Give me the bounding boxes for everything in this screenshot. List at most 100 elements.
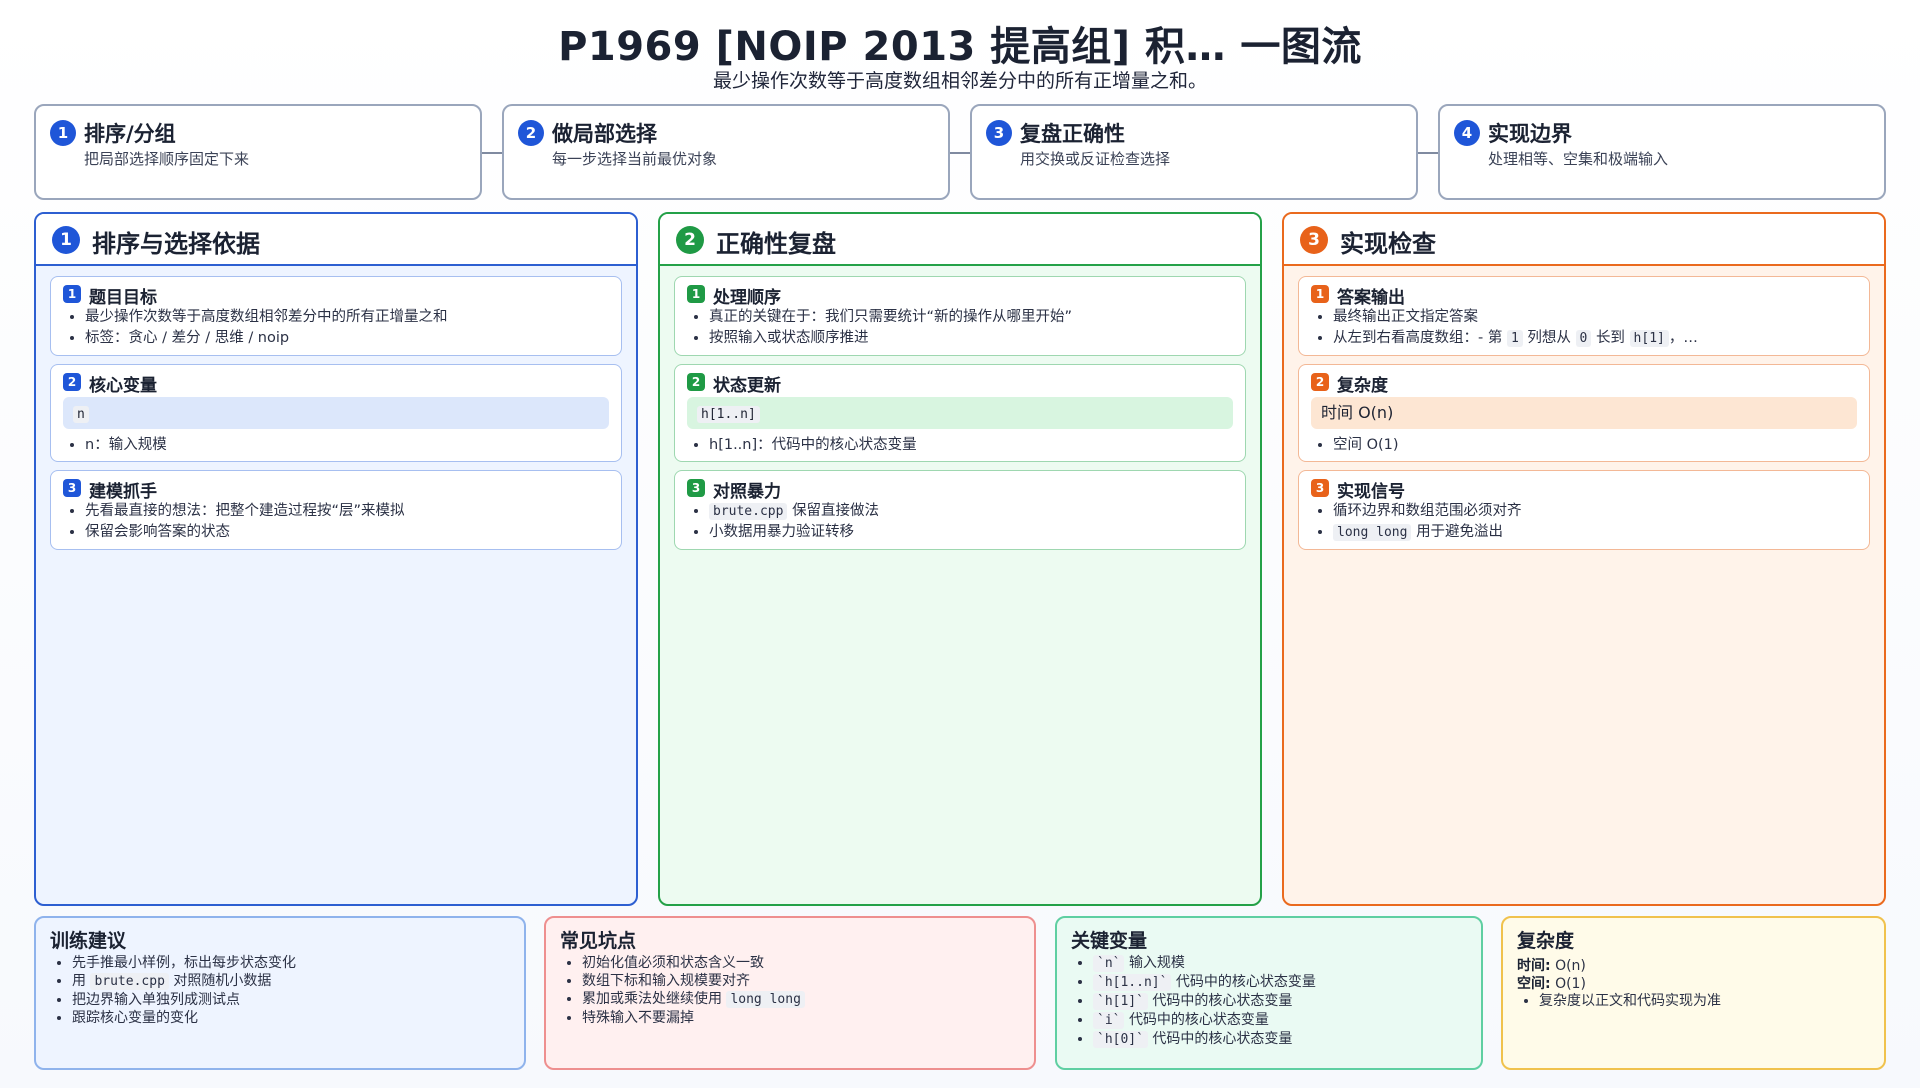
card-number: 2 <box>687 373 705 391</box>
time-value: O(n) <box>1555 958 1586 974</box>
card-number: 2 <box>1311 373 1329 391</box>
step-number: 2 <box>518 120 544 146</box>
step-4: 4 实现边界 处理相等、空集和极端输入 <box>1438 104 1886 200</box>
list-item: `h[0]` 代码中的核心状态变量 <box>1093 1030 1471 1049</box>
list-item-text: 代码中的核心状态变量 <box>1152 993 1293 1009</box>
card-title: 关键变量 <box>1071 930 1148 952</box>
list-item-text: 累加或乘法处继续使用 <box>582 991 722 1007</box>
column-ordering: 1 排序与选择依据 1 题目目标 最少操作次数等于高度数组相邻差分中的所有正增量… <box>34 212 638 906</box>
step-title: 复盘正确性 <box>1020 122 1125 146</box>
list-item-text: 从左到右看高度数组：- 第 <box>1333 330 1503 346</box>
card-number: 1 <box>687 285 705 303</box>
list-item-text: ，… <box>1668 330 1698 346</box>
inline-code: `i` <box>1093 1012 1125 1029</box>
card-title: 处理顺序 <box>713 288 781 308</box>
list-item-text: 用于避免溢出 <box>1416 524 1504 540</box>
inline-code: long long <box>1333 524 1412 541</box>
card-title: 实现信号 <box>1337 482 1405 502</box>
column-title: 正确性复盘 <box>716 230 836 258</box>
column-implementation: 3 实现检查 1 答案输出 最终输出正文指定答案 从左到右看高度数组：- 第 1… <box>1282 212 1886 906</box>
card-list: 空间 O(1) <box>1333 435 1859 456</box>
list-item-text: 输入规模 <box>1128 955 1185 971</box>
list-item: `i` 代码中的核心状态变量 <box>1093 1011 1471 1030</box>
list-item: n：输入规模 <box>85 435 611 456</box>
step-connector <box>482 152 502 154</box>
card-complexity-summary: 复杂度 时间: O(n) 空间: O(1) 复杂度以正文和代码实现为准 <box>1501 916 1886 1070</box>
card-list: 循环边界和数组范围必须对齐 long long 用于避免溢出 <box>1333 501 1859 543</box>
inline-code: h[1] <box>1629 330 1669 347</box>
page-subtitle: 最少操作次数等于高度数组相邻差分中的所有正增量之和。 <box>712 70 1207 92</box>
column-title: 实现检查 <box>1340 230 1436 258</box>
list-item: 数组下标和输入规模要对齐 <box>582 972 1024 990</box>
card-list: n：输入规模 <box>85 435 611 456</box>
card-title: 常见坑点 <box>560 930 637 952</box>
card-pitfalls: 常见坑点 初始化值必须和状态含义一致 数组下标和输入规模要对齐 累加或乘法处继续… <box>544 916 1036 1070</box>
list-item: 保留会影响答案的状态 <box>85 522 611 543</box>
highlight-box: 时间 O(n) <box>1311 397 1857 429</box>
page-title: P1969 [NOIP 2013 提高组] 积… 一图流 <box>558 24 1362 70</box>
step-desc: 用交换或反证检查选择 <box>1020 150 1171 168</box>
list-item: brute.cpp 保留直接做法 <box>709 501 1235 522</box>
card-title: 答案输出 <box>1337 288 1405 308</box>
step-number: 1 <box>50 120 76 146</box>
card-training-tips: 训练建议 先手推最小样例，标出每步状态变化 用 brute.cpp 对照随机小数… <box>34 916 526 1070</box>
card-list: 复杂度以正文和代码实现为准 <box>1539 992 1874 1010</box>
list-item-text: 长到 <box>1595 330 1625 346</box>
process-steps: 1 排序/分组 把局部选择顺序固定下来 2 做局部选择 每一步选择当前最优对象 … <box>34 104 1886 200</box>
inline-code: `h[1..n]` <box>1093 974 1172 991</box>
list-item: 把边界输入单独列成测试点 <box>72 991 514 1009</box>
list-item: 按照输入或状态顺序推进 <box>709 328 1235 349</box>
card-order: 1 处理顺序 真正的关键在于：我们只需要统计“新的操作从哪里开始” 按照输入或状… <box>674 276 1246 356</box>
highlight-box: n <box>63 397 609 429</box>
list-item: 累加或乘法处继续使用 long long <box>582 990 1024 1009</box>
card-impl-signals: 3 实现信号 循环边界和数组范围必须对齐 long long 用于避免溢出 <box>1298 470 1870 550</box>
card-list: 真正的关键在于：我们只需要统计“新的操作从哪里开始” 按照输入或状态顺序推进 <box>709 307 1235 349</box>
list-item-text: 代码中的核心状态变量 <box>1152 1031 1293 1047</box>
space-label: 空间: <box>1517 976 1551 992</box>
card-answer-output: 1 答案输出 最终输出正文指定答案 从左到右看高度数组：- 第 1 列想从 0 … <box>1298 276 1870 356</box>
list-item: 先手推最小样例，标出每步状态变化 <box>72 954 514 972</box>
step-desc: 把局部选择顺序固定下来 <box>84 150 250 168</box>
card-title: 训练建议 <box>50 930 127 952</box>
card-number: 3 <box>1311 479 1329 497</box>
inline-code: 0 <box>1575 330 1592 347</box>
card-number: 2 <box>63 373 81 391</box>
list-item: `h[1]` 代码中的核心状态变量 <box>1093 992 1471 1011</box>
highlight-code: n <box>73 406 89 423</box>
column-header: 1 排序与选择依据 <box>36 214 636 266</box>
card-title: 核心变量 <box>89 376 157 396</box>
list-item: `n` 输入规模 <box>1093 954 1471 973</box>
step-desc: 处理相等、空集和极端输入 <box>1488 150 1669 168</box>
step-connector <box>1418 152 1438 154</box>
list-item-text: 代码中的核心状态变量 <box>1175 974 1316 990</box>
column-correctness: 2 正确性复盘 1 处理顺序 真正的关键在于：我们只需要统计“新的操作从哪里开始… <box>658 212 1262 906</box>
card-list: brute.cpp 保留直接做法 小数据用暴力验证转移 <box>709 501 1235 543</box>
card-number: 3 <box>63 479 81 497</box>
list-item: 复杂度以正文和代码实现为准 <box>1539 992 1874 1010</box>
list-item: h[1..n]：代码中的核心状态变量 <box>709 435 1235 456</box>
list-item: 空间 O(1) <box>1333 435 1859 456</box>
step-title: 实现边界 <box>1488 122 1572 146</box>
list-item: 标签：贪心 / 差分 / 思维 / noip <box>85 328 611 349</box>
step-2: 2 做局部选择 每一步选择当前最优对象 <box>502 104 950 200</box>
space-value: O(1) <box>1555 976 1586 992</box>
card-modeling: 3 建模抓手 先看最直接的想法：把整个建造过程按“层”来模拟 保留会影响答案的状… <box>50 470 622 550</box>
card-number: 1 <box>63 285 81 303</box>
list-item: 真正的关键在于：我们只需要统计“新的操作从哪里开始” <box>709 307 1235 328</box>
card-key-variables: 关键变量 `n` 输入规模 `h[1..n]` 代码中的核心状态变量 `h[1]… <box>1055 916 1483 1070</box>
card-brute-check: 3 对照暴力 brute.cpp 保留直接做法 小数据用暴力验证转移 <box>674 470 1246 550</box>
list-item: 小数据用暴力验证转移 <box>709 522 1235 543</box>
column-number: 1 <box>52 226 80 254</box>
inline-code: `h[1]` <box>1093 993 1148 1010</box>
inline-code: long long <box>726 991 805 1008</box>
column-number: 3 <box>1300 226 1328 254</box>
step-1: 1 排序/分组 把局部选择顺序固定下来 <box>34 104 482 200</box>
list-item: 初始化值必须和状态含义一致 <box>582 954 1024 972</box>
card-title: 建模抓手 <box>89 482 157 502</box>
step-connector <box>950 152 970 154</box>
list-item-text: 保留直接做法 <box>792 503 880 519</box>
column-number: 2 <box>676 226 704 254</box>
list-item: 循环边界和数组范围必须对齐 <box>1333 501 1859 522</box>
list-item: 从左到右看高度数组：- 第 1 列想从 0 长到 h[1]，… <box>1333 328 1859 349</box>
card-complexity: 2 复杂度 时间 O(n) 空间 O(1) <box>1298 364 1870 462</box>
